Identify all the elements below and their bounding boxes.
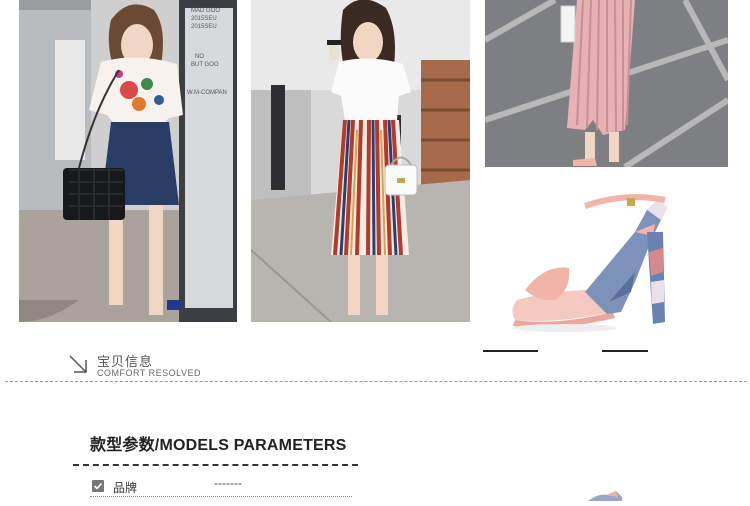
model-photo-pink-trousers: [485, 0, 728, 167]
params-title: 款型参数/MODELS PARAMETERS: [90, 437, 347, 454]
params-title-rule: [73, 464, 358, 466]
product-photo-pink-sandal: [485, 172, 728, 342]
decorative-line-right: [602, 350, 648, 352]
model-photo-denim-skirt: MAD GOO 2015SEU 2015SEU NO BUT GOO W.M-C…: [19, 0, 237, 322]
svg-text:MAD GOO: MAD GOO: [191, 8, 220, 14]
param-row-rule: [90, 496, 352, 497]
arrow-down-right-icon: [67, 353, 91, 377]
decorative-line-left: [483, 350, 538, 352]
model-photo-striped-skirt: [251, 0, 470, 322]
param-row-brand: 品牌 -------: [90, 476, 355, 498]
svg-text:W.M-COMPAN: W.M-COMPAN: [187, 90, 227, 96]
section-header-item-info: 宝贝信息 COMFORT RESOLVED: [67, 350, 267, 380]
section-title-en: COMFORT RESOLVED: [97, 368, 202, 378]
checkbox-icon: [92, 480, 104, 492]
param-value-brand: -------: [214, 476, 242, 490]
svg-text:NO: NO: [195, 54, 204, 60]
section-divider: [5, 381, 747, 382]
param-label-brand: 品牌: [113, 481, 138, 495]
svg-text:2015SEU: 2015SEU: [191, 24, 217, 30]
svg-text:2015SEU: 2015SEU: [191, 16, 217, 22]
product-photo-peek: [586, 488, 626, 501]
svg-text:BUT GOO: BUT GOO: [191, 62, 219, 68]
